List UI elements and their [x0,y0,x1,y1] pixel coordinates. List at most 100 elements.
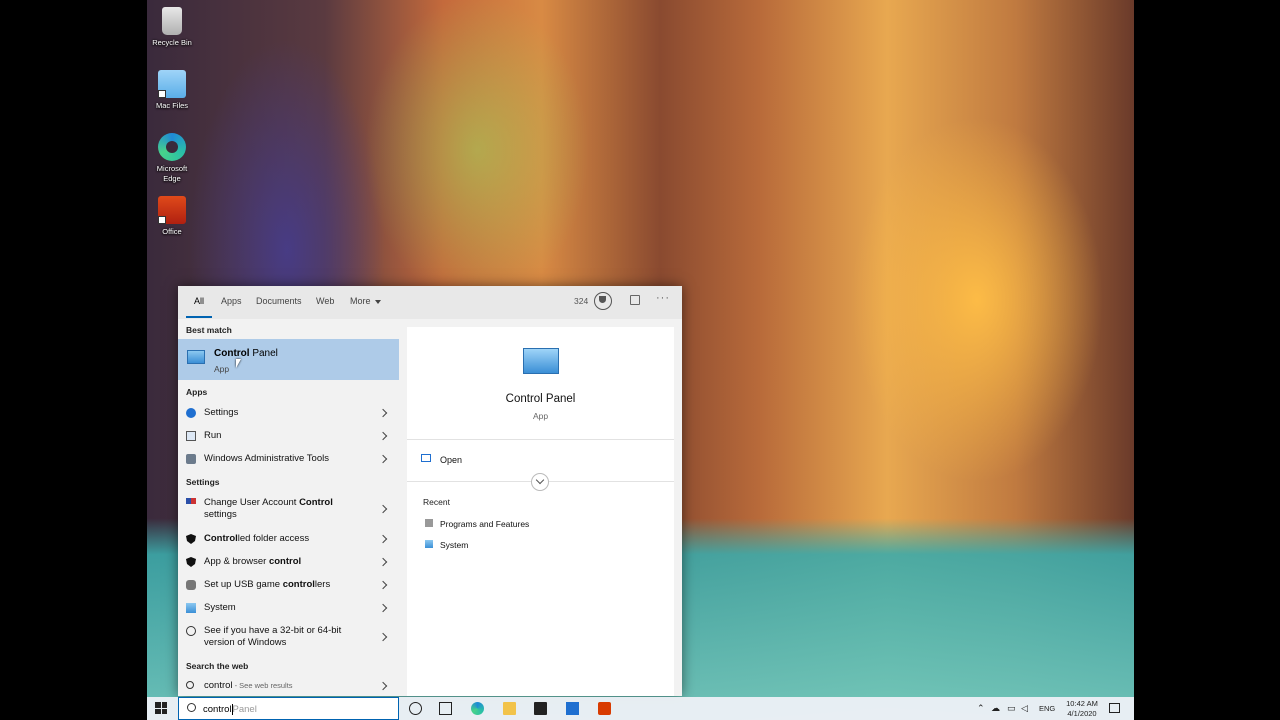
app-item-settings[interactable]: Settings [178,405,399,425]
setting-item-usb-game[interactable]: Set up USB game controllers [178,577,399,597]
system-icon [186,603,196,613]
office-icon[interactable] [598,702,611,715]
tab-all[interactable]: All [194,296,204,306]
chevron-right-icon[interactable] [378,504,388,514]
setting-item-label: Controlled folder access [204,533,310,544]
setting-item-uac[interactable]: Change User Account Control settings [178,495,399,525]
shortcut-arrow-icon [158,216,166,224]
desktop-icon-label: Office [162,227,182,236]
settings-header: Settings [186,477,220,487]
app-item-admin-tools[interactable]: Windows Administrative Tools [178,451,399,471]
desktop-icon-recycle-bin[interactable]: Recycle Bin [147,7,197,48]
clock-date: 4/1/2020 [1067,709,1097,718]
search-icon [186,681,194,689]
tab-more-label: More [350,296,371,306]
app-item-label: Settings [204,407,239,418]
tab-more[interactable]: More [350,296,381,306]
programs-features-icon [425,519,433,527]
web-search-item[interactable]: control - See web results [178,678,399,696]
shield-icon [186,557,196,567]
web-header: Search the web [186,661,249,671]
chevron-right-icon[interactable] [378,632,388,642]
recent-header: Recent [423,497,450,507]
mail-icon[interactable] [566,702,579,715]
chevron-right-icon[interactable] [378,557,388,567]
preview-pane: Control Panel App Open Recent Programs a… [407,327,674,696]
chevron-right-icon[interactable] [378,454,388,464]
store-icon[interactable] [534,702,547,715]
chevron-right-icon[interactable] [378,681,388,691]
onedrive-icon[interactable]: ☁ [991,703,1000,714]
preview-title: Control Panel [505,393,576,405]
edge-icon[interactable] [471,702,484,715]
setting-item-label: System [204,602,236,613]
desktop-icon-edge[interactable]: Microsoft Edge [147,133,197,184]
task-view-icon[interactable] [439,702,452,715]
tab-apps[interactable]: Apps [221,296,242,306]
chevron-right-icon[interactable] [378,408,388,418]
search-panel: All Apps Documents Web More 324 ··· Best… [178,286,682,696]
control-panel-icon [187,350,205,364]
language-indicator[interactable]: ENG [1039,704,1055,713]
trophy-icon[interactable] [594,292,612,310]
recent-item-label: System [440,540,469,550]
shortcut-arrow-icon [158,90,166,98]
tab-documents[interactable]: Documents [256,296,302,306]
feedback-icon[interactable] [630,295,640,305]
desktop-icon-office[interactable]: Office [147,196,197,237]
network-icon[interactable]: ▭ [1007,703,1016,714]
game-controller-icon [186,580,196,590]
admin-tools-icon [186,454,196,464]
search-input[interactable]: controlPanel [203,704,257,715]
desktop: Recycle Bin Mac Files Microsoft Edge Off… [147,0,1134,720]
system-icon [425,540,433,548]
desktop-icon-mac-files[interactable]: Mac Files [147,70,197,111]
desktop-icon-label: Mac Files [155,101,189,110]
taskbar: controlPanel ⌃ ☁ ▭ ◁ ENG 10:42 AM 4/1/20… [147,697,1134,720]
preview-type: App [532,411,549,421]
chevron-down-icon [374,299,381,304]
best-match-header: Best match [186,325,232,335]
chevron-up-icon[interactable]: ⌃ [977,703,985,714]
app-item-run[interactable]: Run [178,428,399,448]
setting-item-controlled-folder[interactable]: Controlled folder access [178,531,399,551]
open-icon [421,454,431,462]
best-match-title: Control Panel [214,348,278,359]
chevron-right-icon[interactable] [378,603,388,613]
tab-active-indicator [186,316,212,318]
setting-item-label: Set up USB game controllers [204,579,331,590]
chevron-right-icon[interactable] [378,580,388,590]
chevron-right-icon[interactable] [378,431,388,441]
search-icon [187,703,196,712]
best-match-item[interactable]: Control Panel App [178,339,399,380]
notification-icon[interactable] [1109,703,1120,713]
setting-item-system[interactable]: System [178,600,399,620]
desktop-icon-label: Microsoft Edge [156,164,188,183]
divider [407,439,674,440]
uac-flag-icon [186,498,196,504]
setting-item-bitness[interactable]: See if you have a 32-bit or 64-bit versi… [178,623,399,653]
cortana-icon[interactable] [409,702,422,715]
folder-icon [158,70,186,98]
tab-web[interactable]: Web [316,296,334,306]
file-explorer-icon[interactable] [503,702,516,715]
start-button[interactable] [155,702,167,714]
search-tabs-bar: All Apps Documents Web More 324 ··· [178,286,682,319]
setting-item-label: See if you have a 32-bit or 64-bit versi… [204,625,342,648]
run-icon [186,431,196,441]
chevron-right-icon[interactable] [378,534,388,544]
app-item-label: Run [204,430,222,441]
clock[interactable]: 10:42 AM 4/1/2020 [1064,699,1100,719]
mouse-cursor [236,359,241,368]
volume-icon[interactable]: ◁ [1021,703,1028,714]
setting-item-app-browser[interactable]: App & browser control [178,554,399,574]
gear-icon [186,408,196,418]
taskbar-search-box[interactable]: controlPanel [178,697,399,720]
rewards-points: 324 [574,296,589,306]
expand-button[interactable] [531,473,549,491]
desktop-icon-label: Recycle Bin [152,38,192,47]
office-icon [158,196,186,224]
control-panel-icon [523,348,559,374]
more-options-icon[interactable]: ··· [656,292,670,304]
apps-header: Apps [186,387,208,397]
